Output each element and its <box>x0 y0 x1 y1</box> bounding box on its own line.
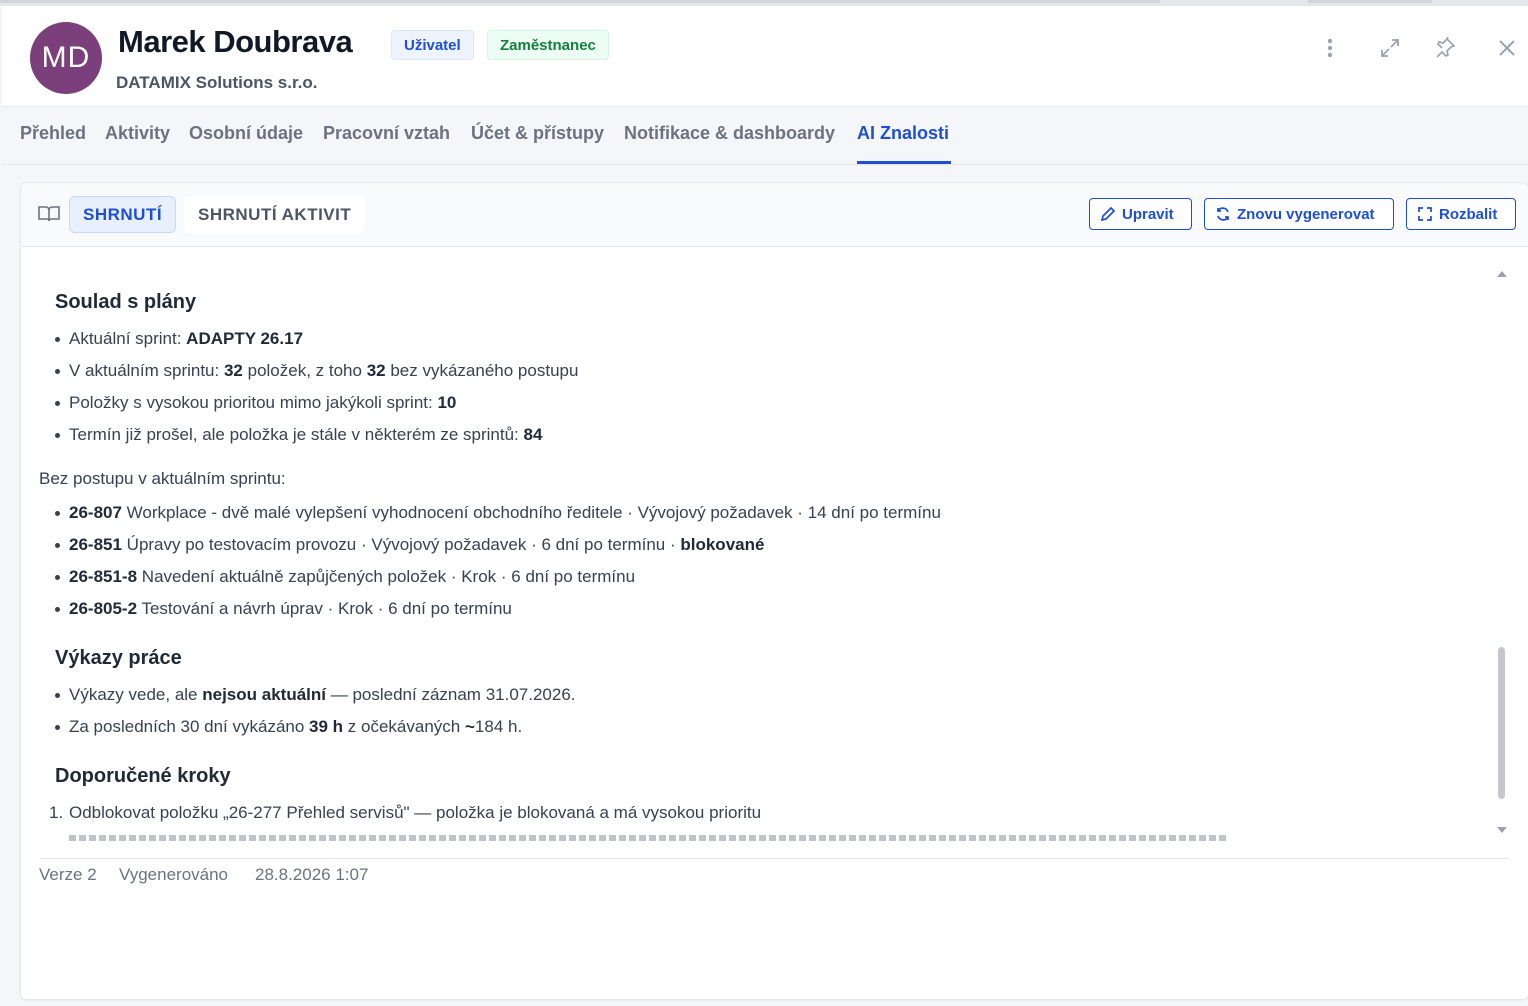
expand-icon[interactable] <box>1376 34 1404 62</box>
expand-content-button-label: Rozbalit <box>1439 205 1498 223</box>
summary-content[interactable]: Soulad s plány Aktuální sprint: ADAPTY 2… <box>21 247 1528 857</box>
work-item[interactable]: 26-807 Workplace - dvě malé vylepšení vy… <box>55 497 941 529</box>
user-badge: Uživatel <box>391 30 474 60</box>
generated-timestamp: 28.8.2026 1:07 <box>255 865 369 884</box>
regenerate-button-label: Znovu vygenerovat <box>1237 205 1375 223</box>
employee-badge: Zaměstnanec <box>487 30 609 60</box>
active-tab-indicator <box>857 161 951 164</box>
tab-notifications-dashboards[interactable]: Notifikace & dashboardy <box>624 123 835 144</box>
tab-bar: Přehled Aktivity Osobní údaje Pracovní v… <box>2 107 1528 165</box>
subtab-summary[interactable]: SHRNUTÍ <box>69 196 177 233</box>
close-icon[interactable] <box>1493 34 1521 62</box>
edit-button[interactable]: Upravit <box>1089 198 1192 230</box>
expand-content-button[interactable]: Rozbalit <box>1406 198 1516 230</box>
tab-ai-knowledge[interactable]: AI Znalosti <box>857 123 949 144</box>
list-item: 1. Odblokovat položku „26-277 Přehled ser… <box>49 803 762 822</box>
person-name: Marek Doubrava <box>118 24 353 59</box>
plan-list: Aktuální sprint: ADAPTY 26.17 V aktuální… <box>54 323 578 451</box>
scroll-down-arrow[interactable] <box>1497 827 1507 833</box>
book-icon <box>38 206 60 222</box>
pin-icon[interactable] <box>1431 34 1459 62</box>
list-item: Výkazy vede, ale nejsou aktuální — posle… <box>55 679 576 711</box>
list-item: Aktuální sprint: ADAPTY 26.17 <box>54 323 578 355</box>
list-item: Položky s vysokou prioritou mimo jakýkol… <box>54 387 578 419</box>
recommended-steps-list: 1. Odblokovat položku „26-277 Přehled ser… <box>49 797 762 829</box>
paragraph: Bez postupu v aktuálním sprintu: <box>39 469 286 488</box>
top-strip-segment <box>0 0 1160 3</box>
person-company: DATAMIX Solutions s.r.o. <box>116 73 318 92</box>
version-label: Verze 2 <box>39 865 97 884</box>
edit-button-label: Upravit <box>1122 205 1174 223</box>
person-detail-window: MD Marek Doubrava DATAMIX Solutions s.r.… <box>2 6 1528 1006</box>
tab-overview[interactable]: Přehled <box>20 123 86 144</box>
subtab-activity-summary[interactable]: SHRNUTÍ AKTIVIT <box>184 196 366 233</box>
work-item[interactable]: 26-851 Úpravy po testovacím provozu · Vý… <box>55 529 941 561</box>
section-title: Výkazy práce <box>55 647 182 669</box>
pencil-icon <box>1100 206 1116 222</box>
scroll-up-arrow[interactable] <box>1497 271 1507 277</box>
person-header: MD Marek Doubrava DATAMIX Solutions s.r.… <box>2 6 1528 107</box>
list-item: V aktuálním sprintu: 32 položek, z toho … <box>54 355 578 387</box>
work-item[interactable]: 26-805-2 Testování a návrh úprav · Krok … <box>55 593 941 625</box>
tab-personal-data[interactable]: Osobní údaje <box>189 123 303 144</box>
footer-divider <box>39 858 1509 859</box>
ai-knowledge-card: SHRNUTÍ SHRNUTÍ AKTIVIT Upravit Znovu vy… <box>20 182 1528 1000</box>
tab-account-access[interactable]: Účet & přístupy <box>471 123 604 144</box>
top-strip-segment <box>1308 0 1432 3</box>
fullscreen-icon <box>1418 207 1432 221</box>
generated-label: Vygenerováno <box>119 865 229 884</box>
avatar: MD <box>30 22 102 94</box>
clipped-next-line <box>69 835 1229 841</box>
work-item[interactable]: 26-851-8 Navedení aktuálně zapůjčených p… <box>55 561 941 593</box>
scrollbar-thumb[interactable] <box>1498 647 1505 799</box>
timesheet-list: Výkazy vede, ale nejsou aktuální — posle… <box>55 679 576 743</box>
tab-employment[interactable]: Pracovní vztah <box>323 123 450 144</box>
section-title: Doporučené kroky <box>55 765 231 787</box>
list-item: Za posledních 30 dní vykázáno 39 h z oče… <box>55 711 576 743</box>
refresh-icon <box>1217 207 1229 221</box>
more-vertical-icon[interactable] <box>1316 34 1344 62</box>
list-item: Termín již prošel, ale položka je stále … <box>54 419 578 451</box>
card-toolbar: SHRNUTÍ SHRNUTÍ AKTIVIT Upravit Znovu vy… <box>21 183 1528 247</box>
section-title: Soulad s plány <box>55 291 197 313</box>
work-item-list: 26-807 Workplace - dvě malé vylepšení vy… <box>55 497 941 625</box>
tab-activities[interactable]: Aktivity <box>105 123 170 144</box>
regenerate-button[interactable]: Znovu vygenerovat <box>1204 198 1394 230</box>
